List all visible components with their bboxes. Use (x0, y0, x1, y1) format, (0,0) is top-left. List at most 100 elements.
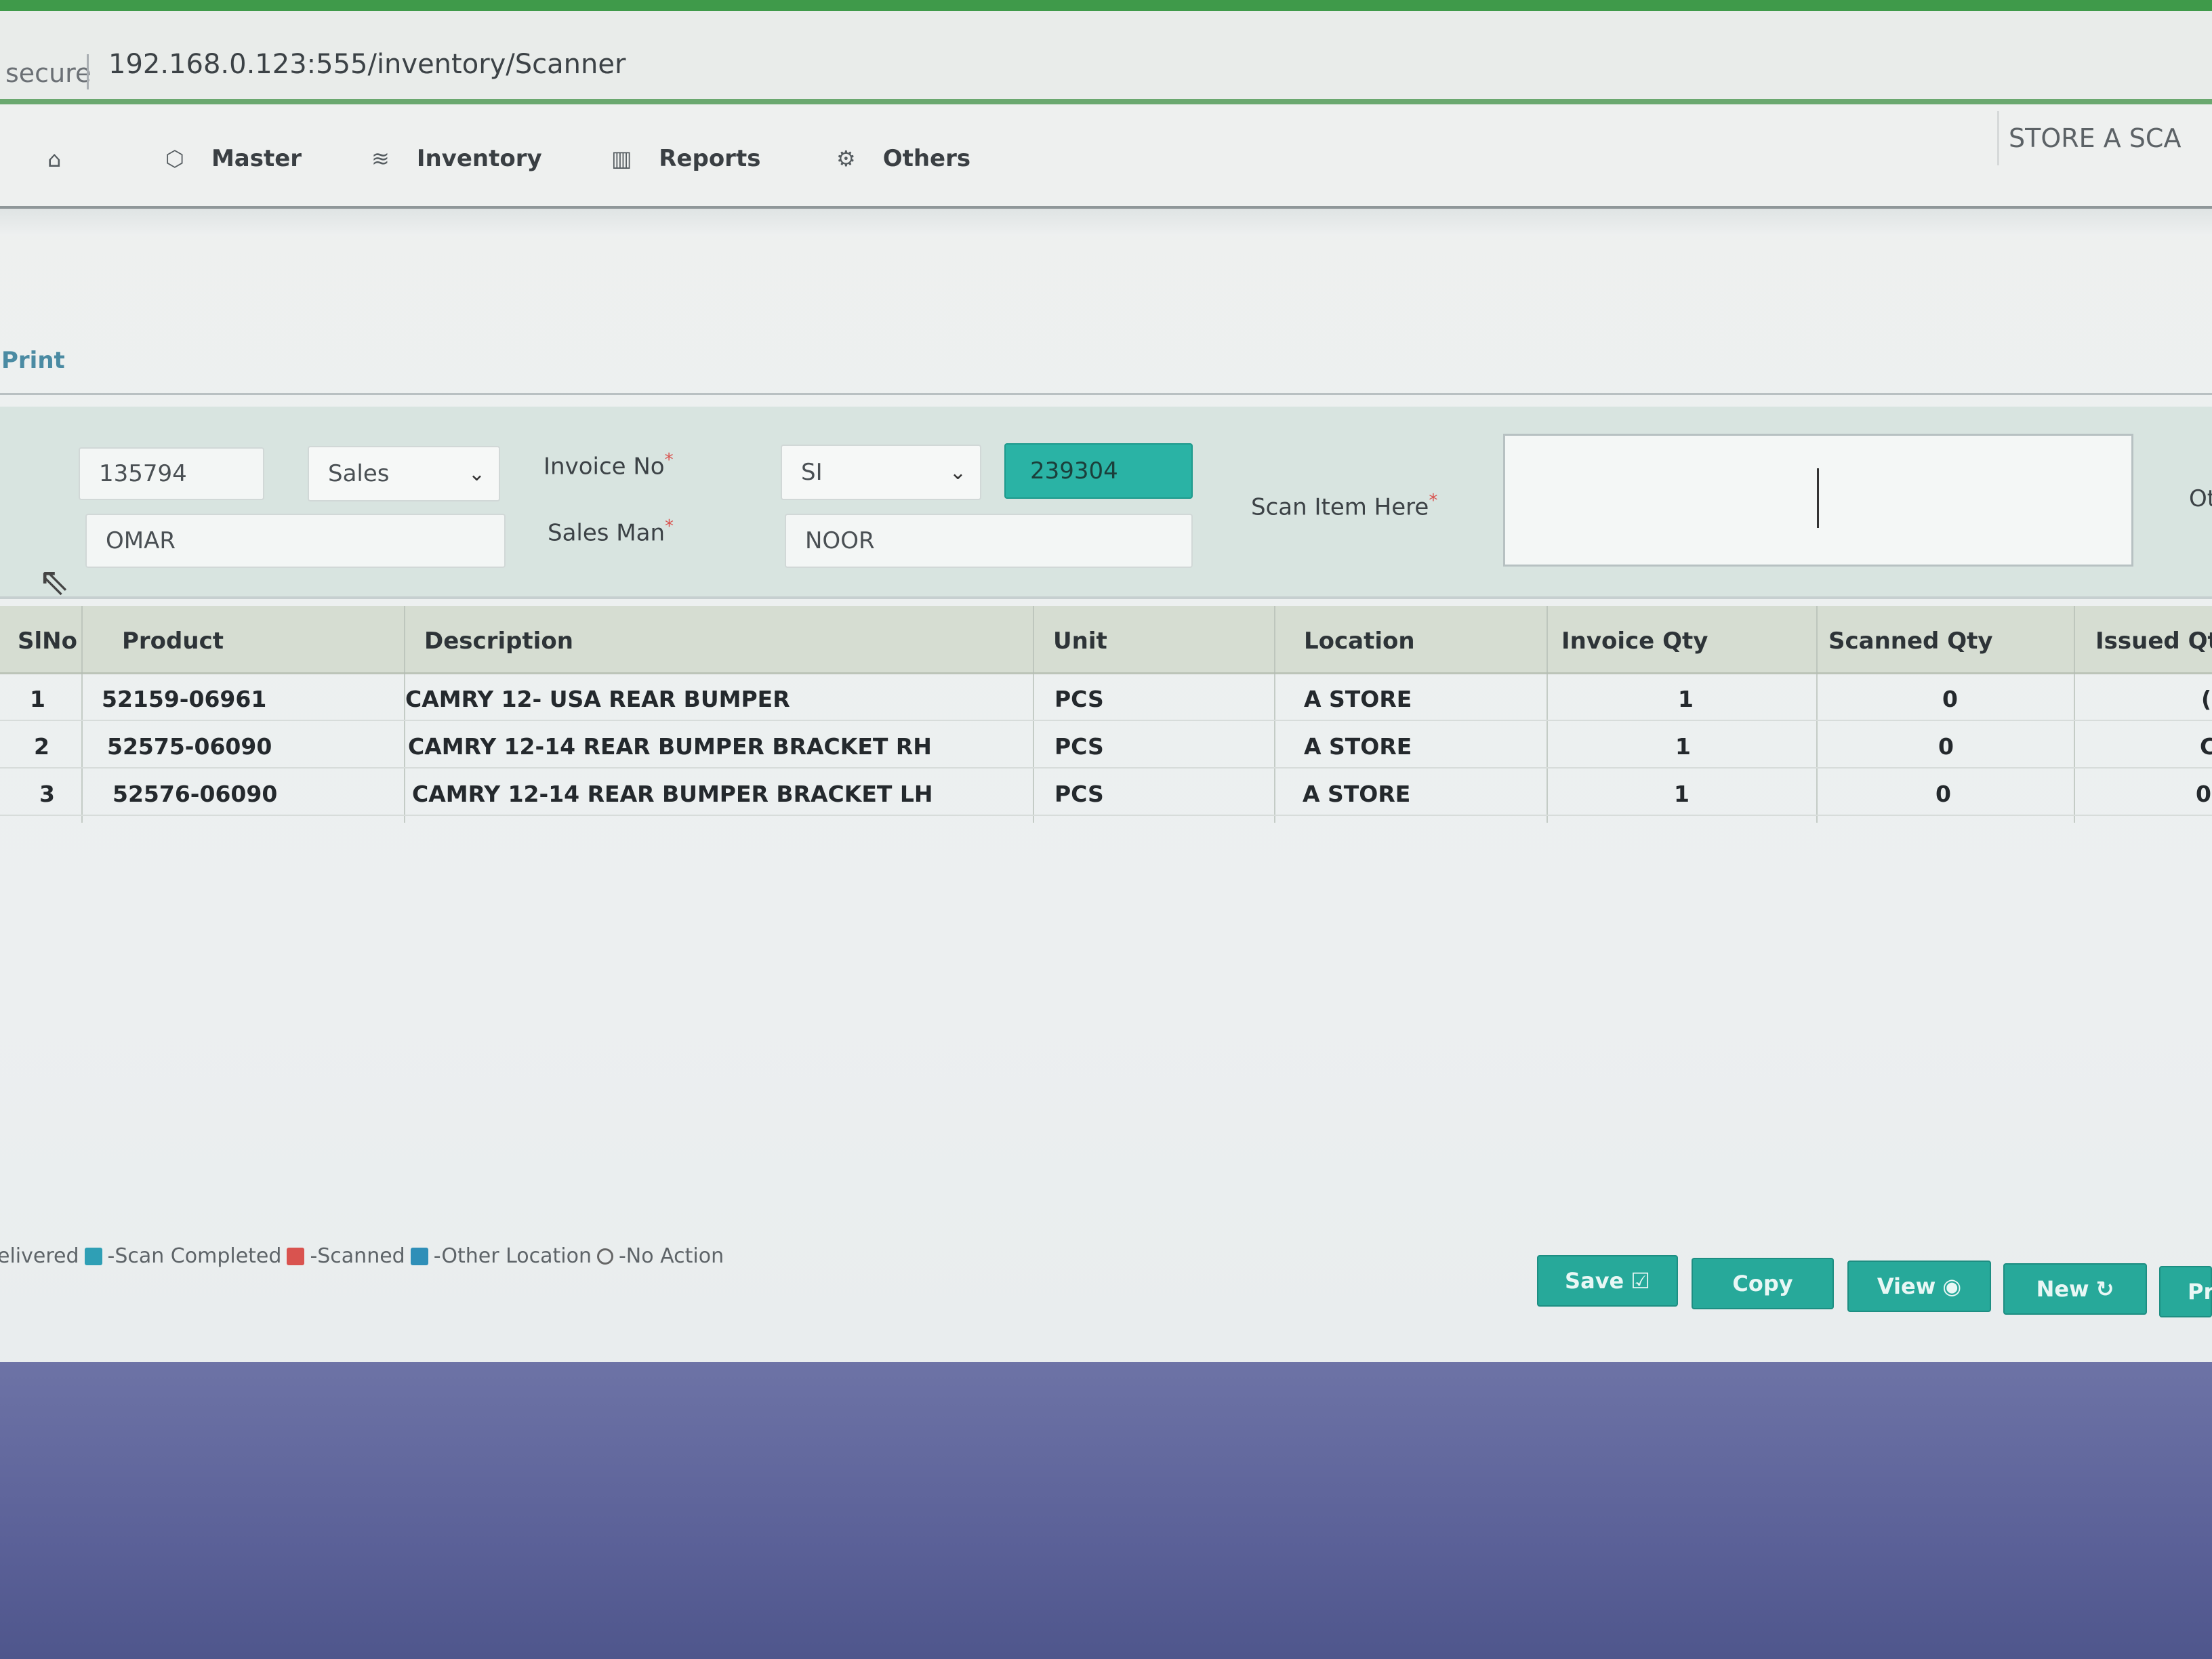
eye-icon: ◉ (1942, 1273, 1962, 1299)
legend-no-action-circle (596, 1248, 613, 1265)
salesman-value: NOOR (805, 527, 875, 554)
save-button[interactable]: Save ☑ (1537, 1255, 1678, 1307)
cell-location: A STORE (1304, 733, 1412, 760)
legend-scan-completed: -Scan Completed (107, 1244, 282, 1268)
th-issued-qty: Issued Qt (2095, 628, 2212, 655)
cell-issued-qty: ( (2201, 686, 2212, 712)
table-row[interactable]: 2 52575-06090 CAMRY 12-14 REAR BUMPER BR… (0, 721, 2212, 769)
legend-no-action: -No Action (618, 1244, 724, 1268)
legend-delivered: elivered (0, 1244, 79, 1268)
secure-label: secure (5, 58, 91, 88)
legend-scanned-swatch (287, 1247, 305, 1265)
scan-item-label: Scan Item Here* (1251, 491, 1438, 521)
salesman-label: Sales Man* (548, 516, 674, 547)
invoice-number-field[interactable]: 239304 (1004, 443, 1193, 499)
invoice-prefix-value: SI (801, 459, 823, 486)
cell-unit: PCS (1054, 686, 1104, 712)
invoice-number-value: 239304 (1030, 457, 1118, 485)
cell-product: 52159-06961 (102, 686, 267, 712)
browser-top-bar (0, 0, 2212, 11)
nav-item-inventory[interactable]: ≋ Inventory (371, 145, 542, 172)
home-icon: ⌂ (47, 146, 62, 172)
print-button[interactable]: Pr (2159, 1266, 2212, 1317)
cell-invoice-qty: 1 (1675, 733, 1691, 760)
legend-delivered-swatch (84, 1247, 102, 1265)
th-invoice-qty: Invoice Qty (1561, 628, 1708, 655)
nav-label-inventory: Inventory (416, 145, 542, 172)
doc-number-field[interactable]: 135794 (79, 447, 264, 500)
cell-unit: PCS (1054, 733, 1104, 760)
cell-invoice-qty: 1 (1674, 781, 1689, 807)
nav-label-others: Others (882, 145, 971, 172)
th-location: Location (1304, 628, 1415, 655)
view-button[interactable]: View ◉ (1847, 1261, 1991, 1312)
th-scanned-qty: Scanned Qty (1828, 628, 1993, 655)
address-bar[interactable]: secure 192.168.0.123:555/inventory/Scann… (0, 11, 2212, 104)
url-text[interactable]: 192.168.0.123:555/inventory/Scanner (108, 49, 626, 80)
table-row[interactable]: 1 52159-06961 CAMRY 12- USA REAR BUMPER … (0, 674, 2212, 721)
table-row[interactable]: 3 52576-06090 CAMRY 12-14 REAR BUMPER BR… (0, 769, 2212, 816)
nav-item-others[interactable]: ⚙ Others (836, 145, 970, 172)
cell-product: 52575-06090 (107, 733, 272, 760)
cell-unit: PCS (1054, 781, 1104, 807)
refresh-icon: ↻ (2095, 1276, 2114, 1302)
cell-scanned-qty: 0 (1942, 686, 1958, 712)
nav-home[interactable]: ⌂ (47, 146, 61, 172)
print-row: Print (0, 298, 2212, 395)
type-select[interactable]: Sales ⌄ (308, 446, 500, 501)
address-separator (87, 54, 89, 89)
doc-number-value: 135794 (99, 460, 187, 487)
cell-location: A STORE (1303, 781, 1411, 807)
layers-icon: ≋ (371, 146, 390, 171)
nav-item-master[interactable]: ⬡ Master (165, 145, 302, 172)
store-label: STORE A SCA (1997, 111, 2212, 165)
top-nav: ⌂ ⬡ Master ≋ Inventory ▥ Reports ⚙ Other… (0, 104, 2212, 209)
cell-issued-qty: 0 (2196, 781, 2211, 807)
customer-value: OMAR (106, 527, 176, 554)
new-button-label: New (2036, 1276, 2089, 1302)
salesman-field[interactable]: NOOR (785, 514, 1193, 568)
page: secure 192.168.0.123:555/inventory/Scann… (0, 0, 2212, 1659)
th-slno: SlNo (18, 628, 77, 655)
cell-invoice-qty: 1 (1678, 686, 1694, 712)
items-table: SlNo Product Description Unit Location I… (0, 606, 2212, 823)
legend-other-location-swatch (410, 1247, 428, 1265)
print-link[interactable]: Print (1, 347, 65, 374)
cell-scanned-qty: 0 (1938, 733, 1954, 760)
scan-item-input[interactable] (1503, 434, 2133, 567)
legend-other-location: -Other Location (433, 1244, 592, 1268)
box-icon: ⬡ (165, 146, 184, 171)
other-label-cut: Ot (2189, 485, 2212, 512)
invoice-no-label: Invoice No* (544, 450, 674, 480)
cell-scanned-qty: 0 (1936, 781, 1951, 807)
copy-button-label: Copy (1732, 1271, 1793, 1296)
footer (0, 1362, 2212, 1659)
cell-description: CAMRY 12-14 REAR BUMPER BRACKET LH (412, 781, 933, 807)
chevron-down-icon: ⌄ (949, 460, 966, 485)
chevron-down-icon: ⌄ (468, 462, 485, 486)
cell-slno: 3 (39, 781, 55, 807)
sub-band (0, 209, 2212, 236)
cell-location: A STORE (1304, 686, 1412, 712)
nav-label-master: Master (211, 145, 302, 172)
cell-slno: 2 (34, 733, 49, 760)
new-button[interactable]: New ↻ (2003, 1263, 2147, 1315)
nav-label-reports: Reports (659, 145, 761, 172)
legend-scanned: -Scanned (310, 1244, 405, 1268)
save-button-label: Save (1565, 1268, 1624, 1294)
cell-description: CAMRY 12-14 REAR BUMPER BRACKET RH (408, 733, 932, 760)
nav-item-reports[interactable]: ▥ Reports (611, 145, 760, 172)
cell-issued-qty: C (2200, 733, 2212, 760)
text-caret (1817, 468, 1819, 528)
copy-button[interactable]: Copy (1692, 1258, 1834, 1309)
invoice-prefix-select[interactable]: SI ⌄ (781, 445, 981, 500)
customer-field[interactable]: OMAR (85, 514, 506, 568)
check-square-icon: ☑ (1631, 1268, 1650, 1294)
table-header: SlNo Product Description Unit Location I… (0, 606, 2212, 674)
cell-slno: 1 (30, 686, 45, 712)
mouse-cursor-icon: ⇖ (38, 560, 70, 604)
view-button-label: View (1877, 1273, 1936, 1299)
bar-chart-icon: ▥ (611, 146, 632, 171)
th-unit: Unit (1053, 628, 1107, 655)
gear-icon: ⚙ (836, 146, 856, 171)
